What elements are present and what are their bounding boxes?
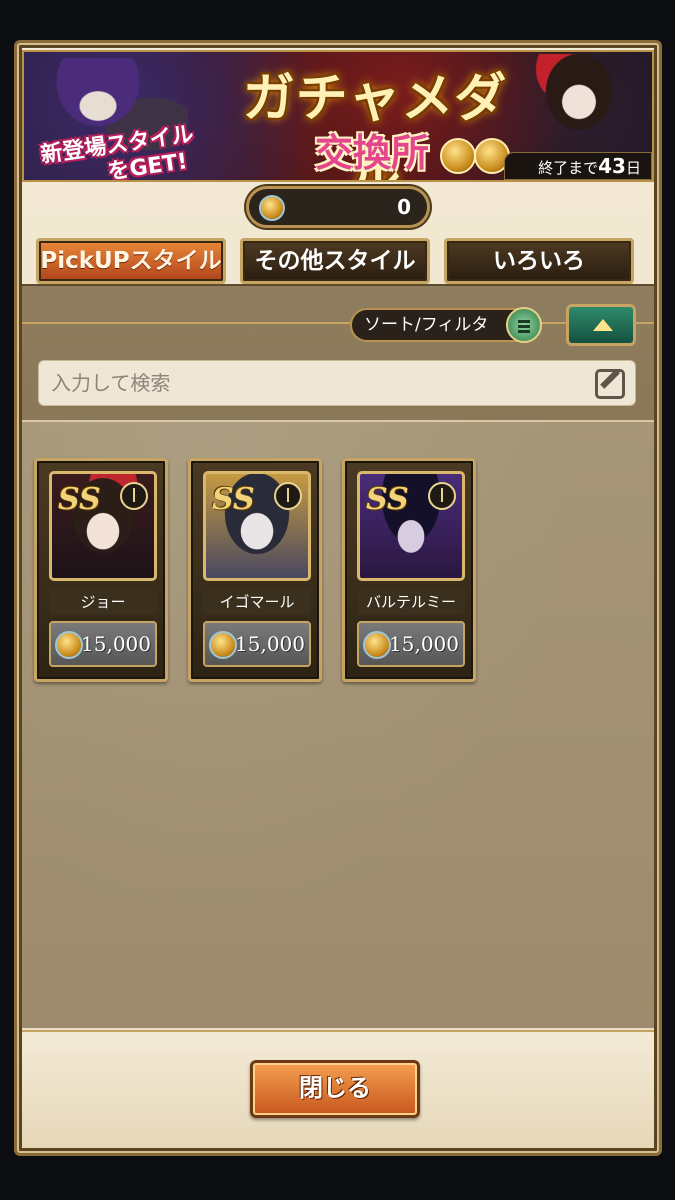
medal-count: 0 [397,195,411,219]
item-card-jo[interactable]: SS ジョー 15,000 [34,458,168,682]
gacha-medal-icon [55,631,83,659]
days-prefix: 終了まで [538,159,599,177]
days-suffix: 日 [625,159,641,177]
banner-subtitle: 交換所 [314,130,429,175]
tab-pickup-style[interactable]: PickUPスタイル [36,238,226,284]
medal-counter: 0 [246,186,430,228]
weapon-type-icon [274,482,302,510]
edit-icon[interactable] [595,369,625,399]
event-banner[interactable]: ガチャメダル 交換所 新登場スタイル をGET! 終了まで43日 [22,50,654,182]
character-portrait: SS [49,471,157,581]
gacha-medal-icon [259,195,285,221]
collapse-filter-button[interactable] [566,304,636,346]
price-amount: 15,000 [235,632,305,656]
item-name: バルテルミー [357,589,465,615]
exchange-price-button[interactable]: 15,000 [49,621,157,667]
filter-bar: ソート/フィルタ [22,286,654,422]
sort-filter-label: ソート/フィルタ [364,315,489,335]
character-portrait: SS [203,471,311,581]
gacha-medal-icon [209,631,237,659]
weapon-type-icon [120,482,148,510]
character-portrait: SS [357,471,465,581]
event-remaining-days: 終了まで43日 [504,152,652,180]
weapon-type-icon [428,482,456,510]
search-input[interactable] [51,361,591,405]
close-button[interactable]: 閉じる [250,1060,420,1118]
search-box[interactable] [38,360,636,406]
rank-badge: SS [212,482,255,517]
sort-filter-button[interactable]: ソート/フィルタ [350,307,542,343]
triangle-up-icon [593,319,613,331]
price-amount: 15,000 [389,632,459,656]
gacha-medal-icon [363,631,391,659]
item-name: イゴマール [203,589,311,615]
item-list-panel: ソート/フィルタ SS ジョー 15,000 SS イゴマール [22,284,654,1028]
item-name: ジョー [49,589,157,615]
rank-badge: SS [58,482,101,517]
item-card-igomar[interactable]: SS イゴマール 15,000 [188,458,322,682]
item-card-bartelemy[interactable]: SS バルテルミー 15,000 [342,458,476,682]
divider [22,322,654,324]
days-value: 43 [598,154,626,178]
price-amount: 15,000 [81,632,151,656]
exchange-price-button[interactable]: 15,000 [203,621,311,667]
menu-icon [506,307,542,343]
tab-misc[interactable]: いろいろ [444,238,634,284]
tab-other-style[interactable]: その他スタイル [240,238,430,284]
exchange-price-button[interactable]: 15,000 [357,621,465,667]
rank-badge: SS [366,482,409,517]
